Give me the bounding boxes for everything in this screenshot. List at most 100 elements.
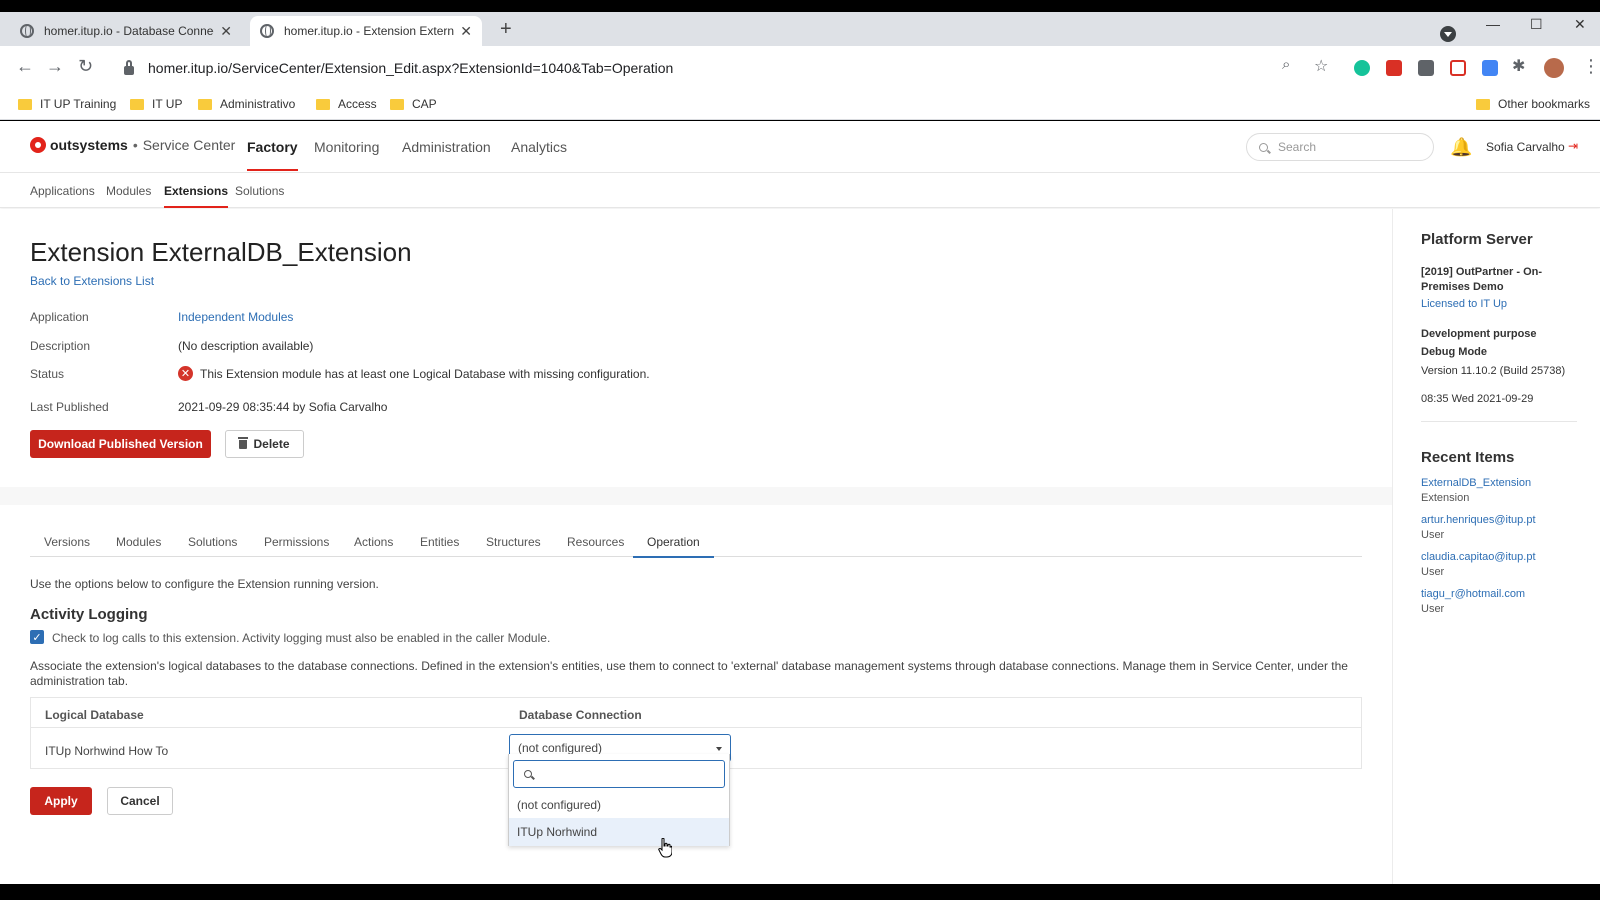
tab-title: homer.itup.io - Extension Extern [284, 24, 455, 38]
cancel-button[interactable]: Cancel [107, 787, 173, 815]
subnav-extensions[interactable]: Extensions [164, 184, 229, 208]
subnav-solutions[interactable]: Solutions [235, 184, 284, 198]
trash-icon [238, 436, 249, 449]
tab-versions[interactable]: Versions [44, 535, 90, 549]
extension-icon[interactable] [1418, 60, 1434, 76]
back-to-extensions-link[interactable]: Back to Extensions List [30, 274, 154, 288]
logical-database-name: ITUp Norhwind How To [45, 744, 169, 758]
sub-navigation: Applications Modules Extensions Solution… [0, 174, 1600, 208]
bookmark-administrativo[interactable]: Administrativo [198, 97, 295, 111]
tab-resources[interactable]: Resources [567, 535, 624, 549]
status-label: Status [30, 367, 65, 381]
platform-server-title: Platform Server [1421, 231, 1533, 248]
close-icon[interactable]: ✕ [220, 23, 232, 40]
delete-button[interactable]: Delete [225, 430, 304, 458]
licensed-to-link[interactable]: Licensed to IT Up [1421, 298, 1507, 310]
search-icon [524, 770, 532, 778]
new-tab-icon[interactable]: + [500, 18, 512, 41]
browser-tab-database-connection[interactable]: homer.itup.io - Database Connec ✕ [10, 16, 242, 46]
operation-intro: Use the options below to configure the E… [30, 577, 379, 591]
profile-avatar[interactable] [1544, 58, 1564, 78]
dropdown-option-not-configured[interactable]: (not configured) [509, 791, 729, 819]
recent-item-link[interactable]: artur.henriques@itup.pt [1421, 514, 1536, 526]
recent-item-link[interactable]: claudia.capitao@itup.pt [1421, 551, 1536, 563]
logout-icon[interactable]: ⇥ [1568, 139, 1578, 153]
tab-permissions[interactable]: Permissions [264, 535, 329, 549]
nav-analytics[interactable]: Analytics [511, 139, 567, 155]
license-name: [2019] OutPartner - On-Premises Demo [1421, 266, 1543, 293]
activity-logging-label: Check to log calls to this extension. Ac… [52, 631, 551, 645]
tab-structures[interactable]: Structures [486, 535, 541, 549]
globe-icon [20, 24, 34, 38]
hand-cursor-icon [658, 838, 672, 858]
platform-version: Version 11.10.2 (Build 25738) [1421, 365, 1566, 377]
close-icon[interactable]: ✕ [460, 23, 472, 40]
dropdown-search-input[interactable] [513, 760, 725, 788]
search-input[interactable]: Search [1246, 133, 1434, 161]
error-icon: ✕ [178, 366, 193, 381]
search-icon [1259, 142, 1268, 152]
app-header: outsystems • Service Center Factory Moni… [0, 121, 1600, 173]
debug-mode: Debug Mode [1421, 346, 1487, 358]
extension-tabs: Versions Modules Solutions Permissions A… [30, 527, 1362, 558]
apply-button[interactable]: Apply [30, 787, 92, 815]
tab-title: homer.itup.io - Database Connec [44, 24, 215, 38]
nav-factory[interactable]: Factory [247, 139, 298, 171]
description-value: (No description available) [178, 339, 314, 353]
section-divider-band [0, 487, 1392, 505]
tab-search-icon[interactable] [1440, 26, 1456, 42]
bookmark-it-up[interactable]: IT UP [130, 97, 182, 111]
folder-icon [198, 98, 212, 110]
nav-monitoring[interactable]: Monitoring [314, 139, 379, 155]
reload-icon[interactable]: ↻ [78, 56, 93, 77]
menu-icon[interactable]: ⋮ [1582, 56, 1600, 77]
bookmark-access[interactable]: Access [316, 97, 377, 111]
dropdown-option-itup-norhwind[interactable]: ITUp Norhwind [509, 818, 729, 846]
bookmark-cap[interactable]: CAP [390, 97, 437, 111]
puzzle-icon[interactable]: ✱ [1512, 56, 1525, 76]
last-published-value: 2021-09-29 08:35:44 by Sofia Carvalho [178, 400, 388, 414]
translate-icon[interactable] [1482, 60, 1498, 76]
browser-tab-extension[interactable]: homer.itup.io - Extension Extern ✕ [250, 16, 482, 46]
bookmark-other[interactable]: Other bookmarks [1476, 97, 1590, 111]
application-link[interactable]: Independent Modules [178, 310, 293, 324]
url-bar[interactable]: homer.itup.io/ServiceCenter/Extension_Ed… [116, 52, 1336, 84]
notification-icon[interactable]: 🔔 [1450, 137, 1472, 158]
pocket-icon[interactable] [1450, 60, 1466, 76]
star-icon[interactable]: ☆ [1314, 56, 1328, 76]
lock-icon [124, 59, 134, 75]
tab-entities[interactable]: Entities [420, 535, 459, 549]
recent-item-link[interactable]: tiagu_r@hotmail.com [1421, 588, 1525, 600]
minimize-icon[interactable]: — [1486, 16, 1500, 32]
forward-icon[interactable]: → [46, 56, 64, 77]
maximize-icon[interactable]: ☐ [1530, 16, 1543, 33]
recent-item-link[interactable]: ExternalDB_Extension [1421, 477, 1531, 489]
folder-icon [390, 98, 404, 110]
zoom-icon[interactable]: ⌕ [1282, 56, 1290, 73]
tab-actions[interactable]: Actions [354, 535, 393, 549]
globe-icon [260, 24, 274, 38]
grammarly-icon[interactable] [1354, 60, 1370, 76]
outsystems-logo[interactable]: outsystems • Service Center [30, 137, 235, 153]
nav-administration[interactable]: Administration [402, 139, 491, 155]
sidebar-divider [1421, 421, 1577, 422]
tab-modules[interactable]: Modules [116, 535, 161, 549]
tab-operation[interactable]: Operation [633, 535, 714, 558]
window-close-icon[interactable]: ✕ [1574, 16, 1586, 33]
column-header-logical-database: Logical Database [45, 708, 144, 722]
subnav-modules[interactable]: Modules [106, 184, 151, 198]
right-sidebar: Platform Server [2019] OutPartner - On-P… [1392, 209, 1600, 884]
folder-icon [18, 98, 32, 110]
back-icon[interactable]: ← [16, 56, 34, 77]
address-toolbar: ← → ↻ homer.itup.io/ServiceCenter/Extens… [0, 46, 1600, 90]
database-connection-dropdown: (not configured) ITUp Norhwind [508, 754, 730, 846]
subnav-applications[interactable]: Applications [30, 184, 95, 198]
user-name[interactable]: Sofia Carvalho [1486, 140, 1565, 154]
activity-logging-checkbox[interactable]: ✓ [30, 630, 44, 644]
pdf-icon[interactable] [1386, 60, 1402, 76]
development-purpose: Development purpose [1421, 328, 1537, 340]
description-label: Description [30, 339, 91, 353]
tab-solutions[interactable]: Solutions [188, 535, 237, 549]
bookmark-it-up-training[interactable]: IT UP Training [18, 97, 116, 111]
download-published-version-button[interactable]: Download Published Version [30, 430, 211, 458]
